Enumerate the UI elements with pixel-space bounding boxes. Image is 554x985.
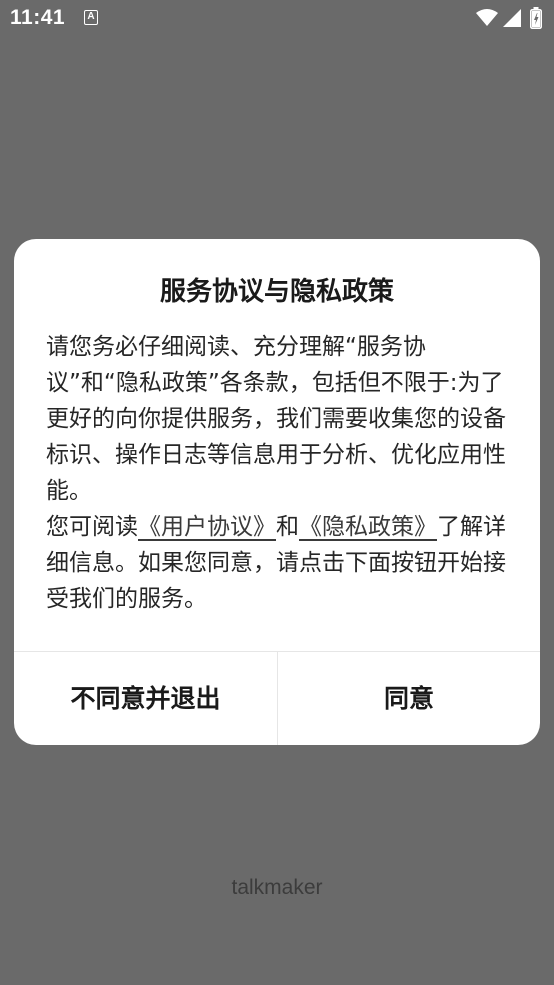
a-notification-icon: A xyxy=(84,10,98,25)
reading-paragraph: 您可阅读《用户协议》和《隐私政策》了解详细信息。如果您同意，请点击下面按钮开始接… xyxy=(46,509,506,617)
brand-name: talkmaker xyxy=(231,876,323,899)
agree-button[interactable]: 同意 xyxy=(278,652,540,745)
status-time: 11:41 xyxy=(10,6,66,29)
battery-charging-icon xyxy=(530,7,542,29)
dialog-title: 服务协议与隐私政策 xyxy=(159,277,394,307)
agreement-dialog: 服务协议与隐私政策 请您务必仔细阅读、充分理解“服务协议”和“隐私政策”各条款，… xyxy=(14,239,540,745)
and-text: 和 xyxy=(276,514,299,540)
cell-signal-icon xyxy=(503,9,521,27)
status-bar: 11:41 A xyxy=(0,0,554,38)
reading-prefix: 您可阅读 xyxy=(46,514,138,540)
agreement-paragraph: 请您务必仔细阅读、充分理解“服务协议”和“隐私政策”各条款，包括但不限于:为了更… xyxy=(46,334,506,504)
user-agreement-link[interactable]: 《用户协议》 xyxy=(138,514,276,540)
wifi-icon xyxy=(476,9,498,26)
disagree-exit-button[interactable]: 不同意并退出 xyxy=(14,652,277,745)
dialog-body: 请您务必仔细阅读、充分理解“服务协议”和“隐私政策”各条款，包括但不限于:为了更… xyxy=(46,329,506,617)
privacy-policy-link[interactable]: 《隐私政策》 xyxy=(299,514,437,540)
